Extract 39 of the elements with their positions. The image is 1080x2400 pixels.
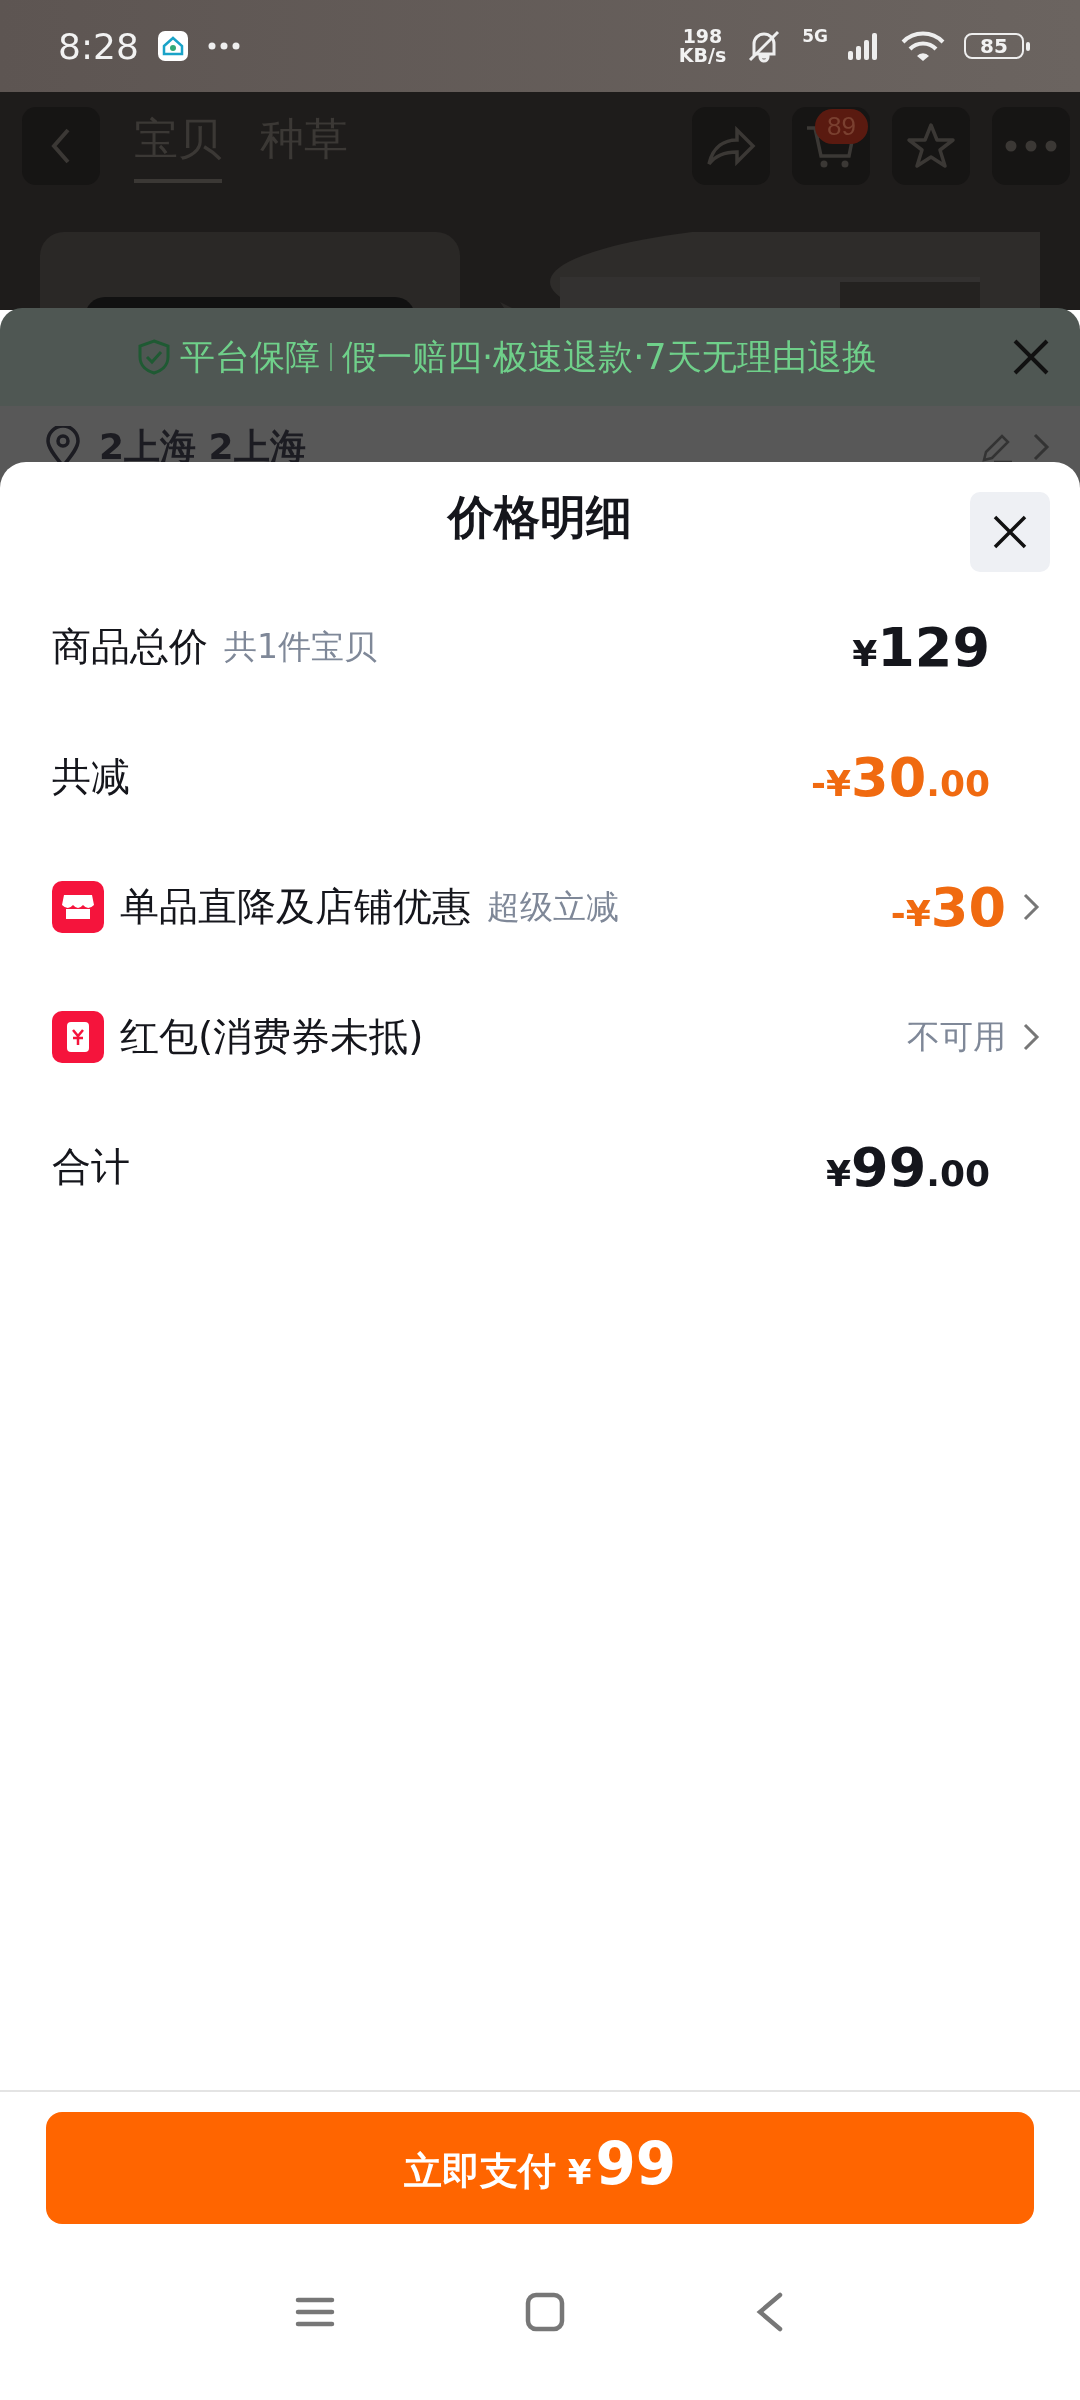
app-notification-icon [156, 30, 189, 62]
guarantee-text: 假一赔四·极速退款·7天无理由退换 [342, 335, 877, 379]
chevron-right-icon[interactable] [1022, 1022, 1040, 1052]
row-label: 商品总价 [52, 623, 208, 671]
pay-now-button[interactable]: 立即支付 ¥99 [46, 2112, 1034, 2224]
amount: ¥99.00 [826, 1135, 990, 1199]
close-button[interactable] [970, 492, 1050, 572]
row-note: 共1件宝贝 [224, 625, 377, 668]
wifi-icon [900, 30, 946, 62]
shop-icon [52, 881, 104, 933]
row-label: 共减 [52, 753, 130, 801]
close-icon [992, 514, 1028, 550]
back-icon[interactable] [755, 2292, 785, 2332]
amount: -¥30.00 [811, 745, 990, 809]
battery-level: 85 [964, 33, 1024, 59]
share-icon [705, 124, 757, 168]
status-text: 不可用 [907, 1015, 1006, 1058]
row-label: 单品直降及店铺优惠 [120, 883, 471, 931]
home-icon[interactable] [525, 2292, 565, 2332]
guarantee-title: 平台保障 [180, 335, 320, 379]
row-label: 红包(消费券未抵) [120, 1013, 424, 1061]
clock: 8:28 [58, 25, 139, 67]
more-icon [1005, 140, 1057, 152]
row-note: 超级立减 [487, 885, 619, 928]
menu-icon[interactable] [295, 2297, 335, 2327]
address-text: 2上海 2上海 [99, 424, 307, 469]
close-icon[interactable] [1012, 338, 1050, 376]
sheet-title: 价格明细 [448, 489, 632, 546]
network-speed: 198 KB/s [678, 27, 727, 65]
network-type: 5G [802, 26, 828, 46]
row-label: 合计 [52, 1143, 130, 1191]
more-notifications-icon [206, 41, 241, 51]
star-icon [906, 122, 956, 170]
envelope-icon [52, 1011, 104, 1063]
chevron-right-icon[interactable] [1022, 892, 1040, 922]
amount: ¥129 [852, 615, 990, 679]
amount: -¥30 [890, 875, 1006, 939]
chevron-right-icon [1032, 432, 1050, 462]
shield-check-icon [138, 339, 170, 375]
